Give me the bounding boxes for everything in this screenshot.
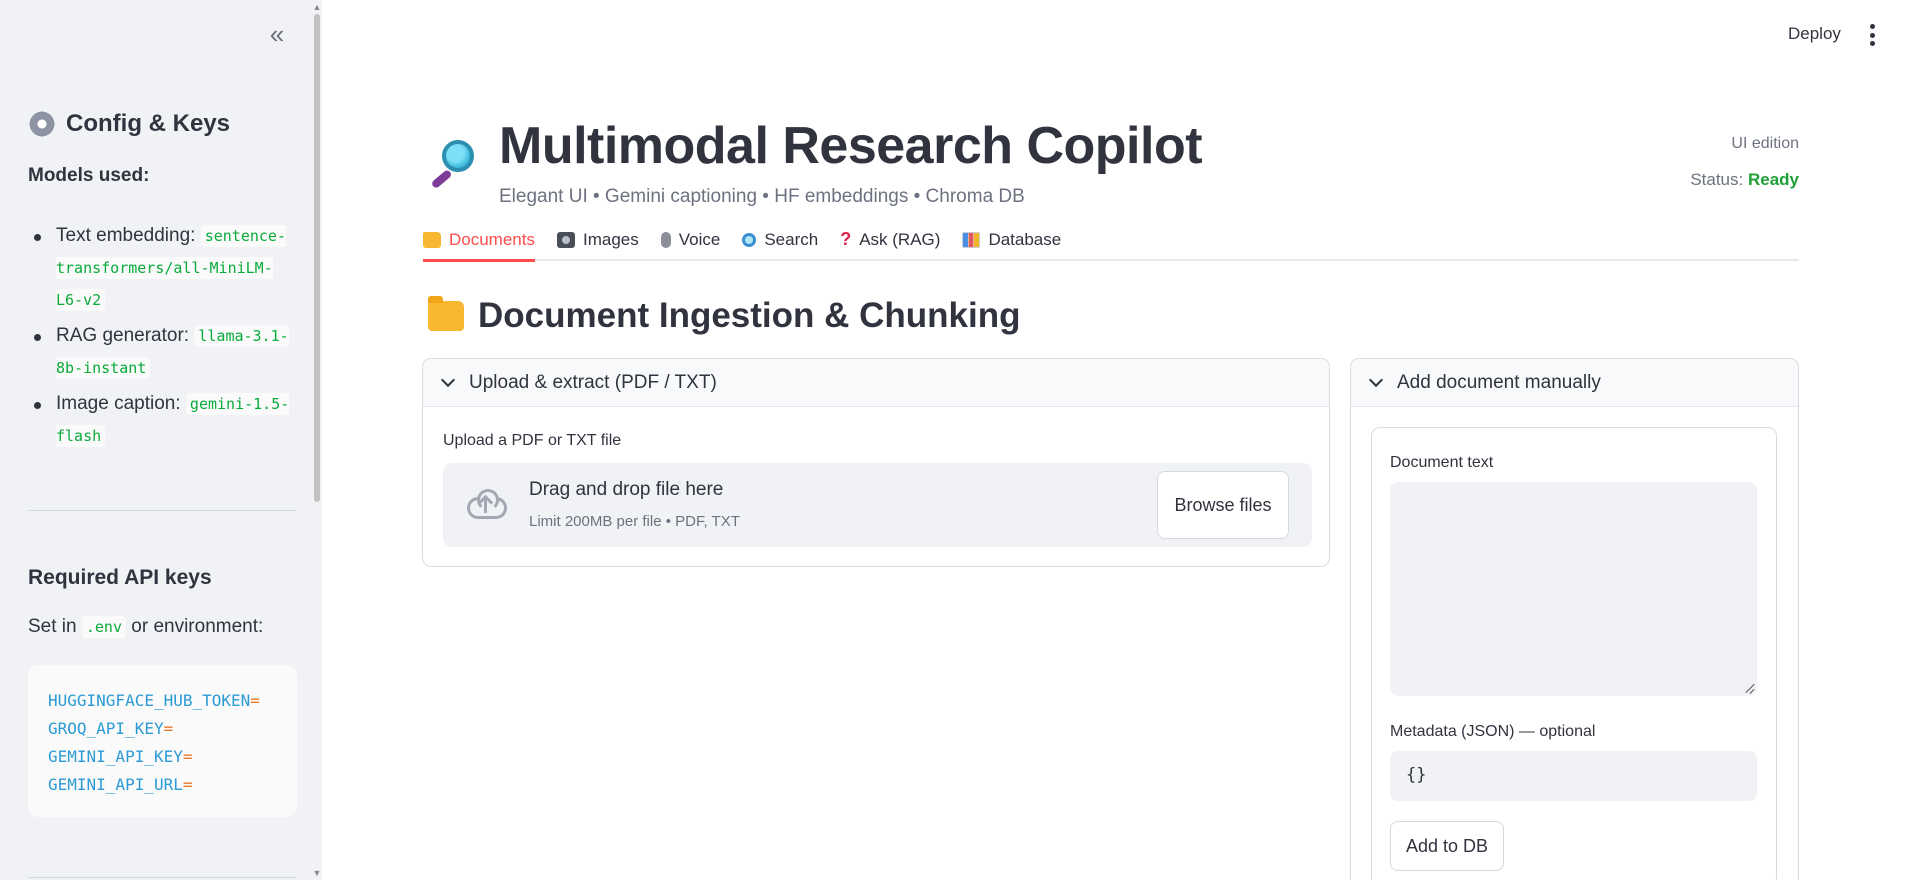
add-to-db-button[interactable]: Add to DB [1390, 821, 1504, 871]
manual-expander-header[interactable]: Add document manually [1351, 359, 1798, 407]
tab-ask-rag[interactable]: ? Ask (RAG) [840, 220, 940, 259]
camera-icon [556, 231, 575, 248]
env-line: GROQ_API_KEY= [48, 719, 174, 738]
browse-files-button[interactable]: Browse files [1157, 471, 1289, 539]
api-keys-heading: Required API keys [28, 566, 212, 589]
file-dropzone[interactable]: Drag and drop file here Limit 200MB per … [443, 463, 1312, 547]
scroll-down-icon[interactable]: ▼ [311, 868, 322, 878]
tab-database[interactable]: Database [962, 220, 1061, 259]
metadata-field[interactable]: {} [1390, 751, 1757, 801]
magnifier-icon [742, 232, 757, 247]
list-item: Text embedding: sentence-transformers/al… [28, 220, 298, 316]
page-title: Multimodal Research Copilot [499, 117, 1203, 175]
dropzone-limit: Limit 200MB per file • PDF, TXT [529, 513, 740, 530]
env-line: GEMINI_API_KEY= [48, 747, 193, 766]
list-item: Image caption: gemini-1.5-flash [28, 388, 298, 452]
sidebar-scroll-thumb[interactable] [314, 14, 320, 502]
tab-documents[interactable]: Documents [423, 220, 535, 262]
tab-search[interactable]: Search [742, 220, 818, 259]
manual-expander: Add document manually Document text Meta… [1350, 358, 1799, 880]
tab-images[interactable]: Images [556, 220, 639, 259]
main-menu-icon[interactable] [1864, 24, 1880, 46]
deploy-button[interactable]: Deploy [1788, 24, 1841, 44]
section-title: Document Ingestion & Chunking [428, 296, 1020, 336]
chevron-down-icon [1368, 372, 1384, 388]
edition-label: UI edition [1731, 135, 1799, 152]
sidebar-title: Config & Keys [28, 110, 230, 138]
folder-icon [428, 296, 464, 331]
cloud-upload-icon [463, 487, 509, 521]
folder-icon [423, 231, 441, 248]
scroll-up-icon[interactable]: ▲ [311, 2, 322, 12]
tab-voice[interactable]: Voice [660, 220, 720, 259]
page-subtitle: Elegant UI • Gemini captioning • HF embe… [499, 186, 1025, 207]
env-code-block: HUGGINGFACE_HUB_TOKEN= GROQ_API_KEY= GEM… [28, 665, 297, 817]
document-text-field[interactable] [1390, 482, 1757, 696]
divider [28, 877, 297, 878]
set-in-text: Set in .env or environment: [28, 616, 264, 638]
upload-expander: Upload & extract (PDF / TXT) Upload a PD… [422, 358, 1330, 567]
sidebar: « Config & Keys Models used: Text embedd… [0, 0, 322, 880]
question-icon: ? [840, 229, 852, 249]
microphone-icon [660, 231, 671, 248]
tab-bar: Documents Images Voice Search ? Ask (RAG… [423, 220, 1799, 262]
metadata-label: Metadata (JSON) — optional [1390, 723, 1596, 740]
status-text: Status: Ready [1690, 170, 1799, 189]
list-item: RAG generator: llama-3.1-8b-instant [28, 320, 298, 384]
upload-expander-header[interactable]: Upload & extract (PDF / TXT) [423, 359, 1329, 407]
chevron-down-icon [440, 372, 456, 388]
env-line: GEMINI_API_URL= [48, 775, 193, 794]
models-heading: Models used: [28, 165, 150, 186]
dropzone-text: Drag and drop file here [529, 479, 724, 500]
gear-icon [28, 110, 56, 138]
document-text-label: Document text [1390, 454, 1494, 471]
manual-form: Document text Metadata (JSON) — optional… [1371, 427, 1777, 880]
resize-handle-icon[interactable] [1744, 683, 1754, 693]
magnifier-icon [428, 136, 478, 190]
upload-label: Upload a PDF or TXT file [443, 432, 622, 449]
collapse-sidebar-icon[interactable]: « [262, 20, 292, 50]
divider [28, 510, 297, 511]
env-line: HUGGINGFACE_HUB_TOKEN= [48, 691, 260, 710]
bar-chart-icon [962, 231, 981, 248]
status-badge: Ready [1747, 170, 1799, 189]
models-list: Text embedding: sentence-transformers/al… [28, 220, 298, 456]
